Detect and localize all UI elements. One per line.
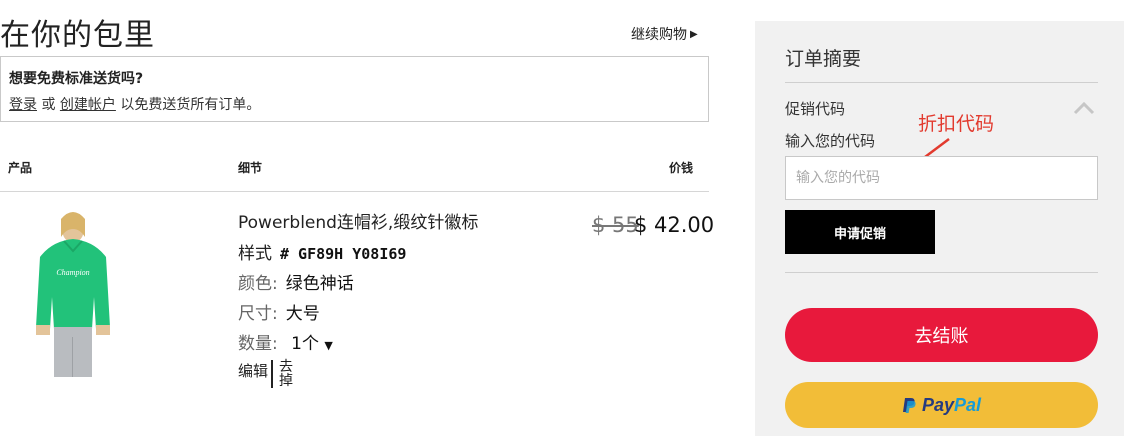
free-shipping-banner: 想要免费标准送货吗? 登录 或 创建帐户 以免费送货所有订单。: [0, 56, 709, 122]
quantity-row: 数量: 1个 ▼: [238, 329, 333, 354]
size-label: 尺寸:: [238, 304, 278, 324]
header-divider: [0, 191, 709, 192]
quantity-value: 1个: [291, 334, 319, 354]
style-row: 样式 # GF89H Y08I69: [238, 239, 406, 264]
continue-shopping-link[interactable]: 继续购物 ▶: [631, 24, 698, 44]
promo-code-label: 促销代码: [785, 100, 846, 118]
product-image[interactable]: Champion: [30, 207, 116, 377]
create-account-link[interactable]: 创建帐户: [60, 97, 116, 113]
promo-code-input[interactable]: [785, 156, 1098, 200]
paypal-button[interactable]: PayPal: [785, 382, 1098, 428]
checkout-button[interactable]: 去结账: [785, 308, 1098, 362]
summary-divider-bottom: [785, 272, 1098, 273]
edit-link[interactable]: 编辑: [238, 360, 274, 388]
code-input-label: 输入您的代码: [785, 132, 876, 150]
quantity-select[interactable]: 1个 ▼: [291, 334, 333, 354]
caret-down-icon: ▼: [324, 339, 333, 352]
apply-promo-button[interactable]: 申请促销: [785, 210, 935, 254]
order-summary-title: 订单摘要: [785, 48, 862, 70]
price-column-header: 价钱: [669, 161, 694, 175]
paypal-wordmark: PayPal: [921, 394, 982, 415]
remove-link[interactable]: 去掉: [279, 360, 297, 388]
chevron-up-icon[interactable]: [1073, 101, 1095, 115]
color-label: 颜色:: [238, 274, 278, 294]
color-row: 颜色: 绿色神话: [238, 269, 354, 294]
color-value: 绿色神话: [285, 274, 354, 294]
product-column-header: 产品: [8, 161, 33, 175]
continue-shopping-label: 继续购物: [631, 27, 687, 43]
page-title: 在你的包里: [0, 18, 155, 53]
style-label: 样式: [238, 244, 272, 264]
product-name[interactable]: Powerblend连帽衫,缎纹针徽标: [238, 208, 478, 233]
triangle-right-icon: ▶: [690, 28, 698, 40]
current-price: $ 42.00: [634, 213, 715, 237]
details-column-header: 细节: [238, 161, 263, 175]
paypal-logo-icon: [902, 397, 916, 413]
original-price: $ 55: [592, 213, 639, 237]
shipping-line: 登录 或 创建帐户 以免费送货所有订单。: [9, 94, 700, 114]
shipping-suffix: 以免费送货所有订单。: [120, 97, 261, 113]
annotation-text: 折扣代码: [918, 113, 995, 135]
style-value: # GF89H Y08I69: [280, 245, 407, 263]
summary-divider-top: [785, 82, 1098, 83]
size-row: 尺寸: 大号: [238, 299, 320, 324]
svg-text:Champion: Champion: [56, 268, 89, 277]
login-link[interactable]: 登录: [9, 97, 37, 113]
or-text: 或: [41, 97, 56, 113]
shipping-title: 想要免费标准送货吗?: [9, 71, 144, 87]
quantity-label: 数量:: [238, 334, 278, 354]
order-summary-panel: 订单摘要 促销代码 输入您的代码 折扣代码 申请促销 去结账 PayPal: [755, 21, 1124, 436]
item-actions: 编辑 去掉: [238, 360, 297, 388]
size-value: 大号: [285, 304, 320, 324]
